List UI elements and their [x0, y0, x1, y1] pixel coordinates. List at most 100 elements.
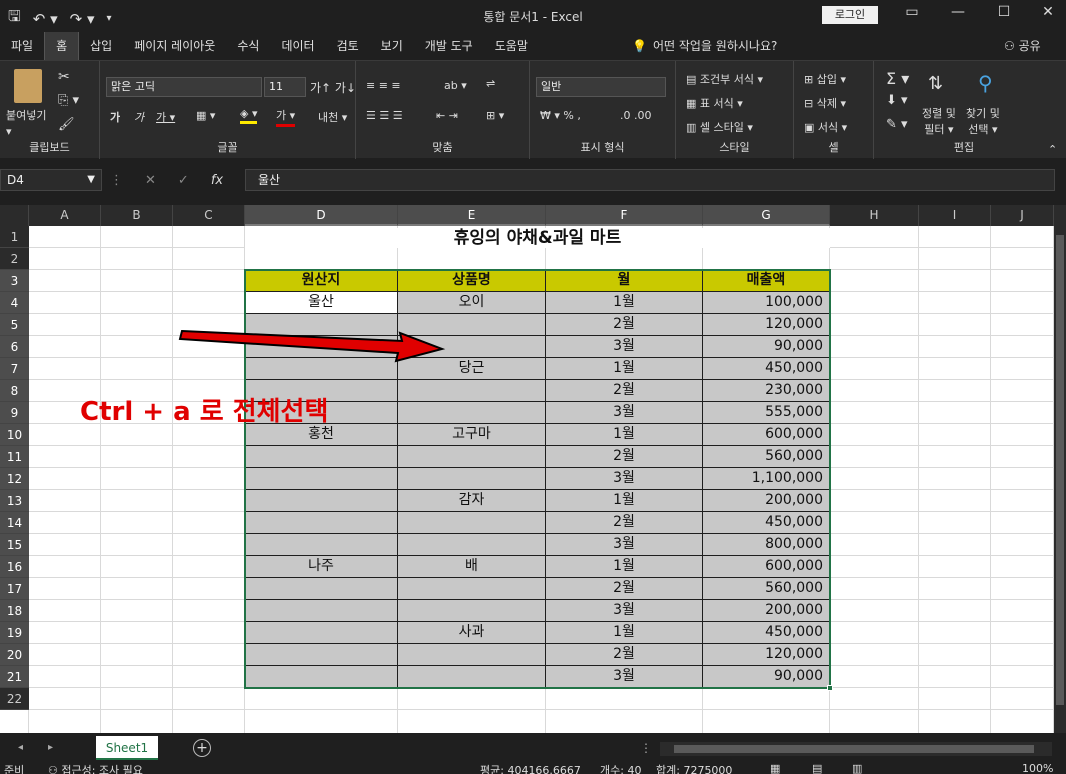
table-cell[interactable]: 3월 — [546, 468, 703, 490]
table-cell[interactable] — [245, 446, 398, 468]
font-color-icon[interactable]: 가 ▾ — [276, 107, 296, 127]
tab-view[interactable]: 보기 — [370, 32, 414, 60]
row-header-4[interactable]: 4 — [0, 292, 29, 314]
table-cell[interactable]: 200,000 — [703, 600, 830, 622]
table-cell[interactable]: 오이 — [398, 292, 546, 314]
table-cell[interactable] — [398, 512, 546, 534]
table-cell[interactable]: 90,000 — [703, 336, 830, 358]
table-cell[interactable]: 3월 — [546, 534, 703, 556]
h-scroll-thumb[interactable] — [674, 745, 1034, 753]
table-cell[interactable] — [398, 380, 546, 402]
table-cell[interactable]: 1월 — [546, 622, 703, 644]
format-cells-button[interactable]: ▣ 서식 ▾ — [804, 119, 847, 135]
merge-center-icon[interactable]: ⊞ ▾ — [486, 109, 504, 122]
format-as-table-button[interactable]: ▦ 표 서식 ▾ — [686, 95, 743, 111]
table-cell[interactable]: 1월 — [546, 292, 703, 314]
row-header-12[interactable]: 12 — [0, 468, 29, 490]
vertical-scrollbar[interactable] — [1054, 205, 1066, 733]
wrap-text-icon[interactable]: ⇌ — [486, 77, 495, 90]
table-cell[interactable]: 2월 — [546, 578, 703, 600]
column-header-f[interactable]: F — [546, 205, 703, 226]
table-cell[interactable]: 3월 — [546, 402, 703, 424]
row-header-10[interactable]: 10 — [0, 424, 29, 446]
name-box[interactable]: D4 ▼ — [0, 169, 102, 191]
find-select-button[interactable]: 찾기 및 선택 ▾ — [966, 105, 1000, 137]
collapse-ribbon-icon[interactable]: ⌃ — [1048, 143, 1057, 156]
column-header-e[interactable]: E — [398, 205, 546, 226]
table-cell[interactable]: 560,000 — [703, 446, 830, 468]
row-header-1[interactable]: 1 — [0, 226, 29, 248]
row-header-3[interactable]: 3 — [0, 270, 29, 292]
tab-help[interactable]: 도움말 — [484, 32, 539, 60]
fill-handle[interactable] — [827, 685, 833, 691]
indent-icon[interactable]: ⇤ ⇥ — [436, 109, 458, 122]
table-cell[interactable]: 1월 — [546, 490, 703, 512]
table-cell[interactable]: 3월 — [546, 666, 703, 688]
add-sheet-button[interactable]: + — [193, 739, 211, 757]
table-cell[interactable]: 100,000 — [703, 292, 830, 314]
accounting-icon[interactable]: ₩ ▾ % , — [540, 109, 581, 122]
underline-icon[interactable]: 가 ▾ — [156, 109, 175, 125]
table-cell[interactable]: 555,000 — [703, 402, 830, 424]
tab-data[interactable]: 데이터 — [270, 32, 325, 60]
row-header-14[interactable]: 14 — [0, 512, 29, 534]
minimize-icon[interactable]: — — [948, 4, 968, 20]
share-button[interactable]: ⚇ 공유 — [1004, 32, 1041, 60]
row-header-21[interactable]: 21 — [0, 666, 29, 688]
prev-sheet-icon[interactable]: ◂ — [18, 742, 23, 753]
row-header-16[interactable]: 16 — [0, 556, 29, 578]
table-cell[interactable] — [398, 644, 546, 666]
tab-review[interactable]: 검토 — [326, 32, 370, 60]
table-cell[interactable] — [245, 622, 398, 644]
row-header-8[interactable]: 8 — [0, 380, 29, 402]
row-header-11[interactable]: 11 — [0, 446, 29, 468]
scroll-thumb[interactable] — [1056, 235, 1064, 705]
table-cell[interactable]: 600,000 — [703, 424, 830, 446]
table-cell[interactable]: 2월 — [546, 644, 703, 666]
column-header-c[interactable]: C — [173, 205, 245, 226]
sheet-tab-sheet1[interactable]: Sheet1 — [96, 736, 158, 760]
table-cell[interactable] — [398, 578, 546, 600]
font-name-select[interactable]: 맑은 고딕 — [106, 77, 262, 97]
table-cell[interactable]: 3월 — [546, 600, 703, 622]
zoom-level[interactable]: 100% — [1022, 762, 1053, 774]
table-cell[interactable] — [245, 600, 398, 622]
next-sheet-icon[interactable]: ▸ — [48, 742, 53, 753]
decimal-icon[interactable]: .0 .00 — [620, 109, 652, 122]
table-cell[interactable]: 나주 — [245, 556, 398, 578]
cancel-icon[interactable]: ✕ — [145, 173, 156, 188]
number-format-select[interactable]: 일반 — [536, 77, 666, 97]
table-cell[interactable] — [398, 446, 546, 468]
table-cell[interactable]: 배 — [398, 556, 546, 578]
delete-cells-button[interactable]: ⊟ 삭제 ▾ — [804, 95, 846, 111]
row-header-19[interactable]: 19 — [0, 622, 29, 644]
table-cell[interactable]: 2월 — [546, 512, 703, 534]
paste-dropdown-icon[interactable]: ▾ — [6, 125, 12, 138]
find-icon[interactable]: ⚲ — [978, 71, 993, 95]
table-cell[interactable] — [245, 578, 398, 600]
insert-cells-button[interactable]: ⊞ 삽입 ▾ — [804, 71, 846, 87]
table-cell[interactable] — [398, 666, 546, 688]
paste-icon[interactable] — [14, 69, 42, 103]
normal-view-icon[interactable]: ▦ — [770, 762, 780, 774]
table-cell[interactable] — [398, 600, 546, 622]
table-cell[interactable] — [398, 468, 546, 490]
worksheet-grid[interactable]: A B C D E F G H I J 1 2 3 4 5 6 7 8 9 10 11 12 13 14 15 16 17 18 19 2… — [0, 205, 1054, 733]
borders-icon[interactable]: ▦ ▾ — [196, 109, 215, 122]
table-cell[interactable]: 200,000 — [703, 490, 830, 512]
table-cell[interactable] — [245, 534, 398, 556]
tell-me-search[interactable]: 💡 어떤 작업을 원하시나요? — [632, 32, 777, 60]
row-header-9[interactable]: 9 — [0, 402, 29, 424]
orientation-icon[interactable]: ab ▾ — [444, 79, 467, 92]
column-header-g[interactable]: G — [703, 205, 830, 226]
row-header-20[interactable]: 20 — [0, 644, 29, 666]
table-cell[interactable]: 230,000 — [703, 380, 830, 402]
tab-developer[interactable]: 개발 도구 — [414, 32, 484, 60]
phonetic-icon[interactable]: 내천 ▾ — [318, 109, 347, 125]
login-button[interactable]: 로그인 — [822, 6, 878, 24]
table-cell[interactable]: 1월 — [546, 424, 703, 446]
enter-icon[interactable]: ✓ — [178, 173, 189, 188]
sheet-title[interactable]: 휴잉의 야채&과일 마트 — [245, 228, 830, 248]
table-cell[interactable]: 고구마 — [398, 424, 546, 446]
font-size-select[interactable]: 11 — [264, 77, 306, 97]
